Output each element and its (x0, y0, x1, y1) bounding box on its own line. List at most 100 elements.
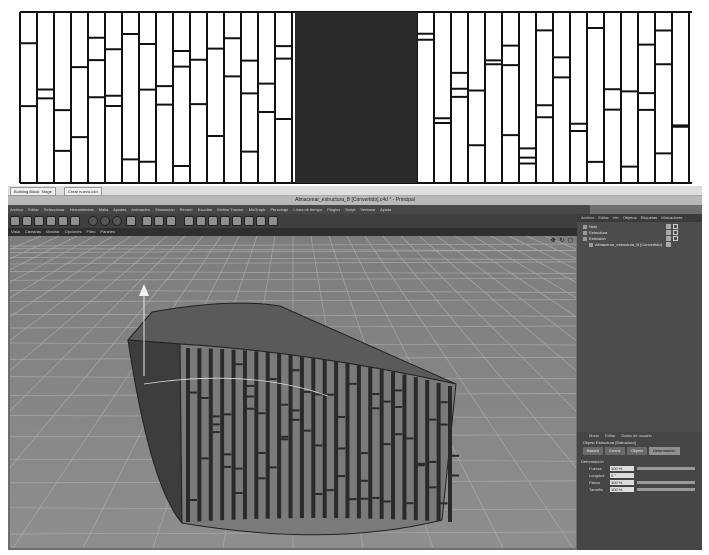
object-manager-menu: Archivo Editar Ver Objetos Etiquetas Marcador… (577, 214, 702, 222)
tab-coord[interactable]: Coord. (605, 447, 626, 455)
menu-item-3[interactable]: Herramientas (70, 205, 94, 214)
camera-icon[interactable] (256, 216, 266, 226)
render-view-icon[interactable] (142, 216, 152, 226)
add-icon[interactable] (70, 216, 80, 226)
attr-menu-item-1[interactable]: Editar (605, 432, 615, 439)
strength-field[interactable]: 100 % (610, 466, 634, 471)
tab-new-file[interactable]: Crear nuevo.c4d (64, 187, 102, 196)
undo-icon[interactable] (10, 216, 20, 226)
rotate-tool-icon[interactable] (46, 216, 56, 226)
facade-slat (345, 363, 350, 519)
view-menu-item-1[interactable]: Cámaras (25, 228, 41, 236)
facade-slat (220, 349, 225, 521)
attr-menu-item-0[interactable]: Modo (589, 432, 599, 439)
attribute-menu: Modo Editar Datos de usuario (577, 432, 702, 439)
steps-slider[interactable] (637, 481, 695, 484)
view-menu-item-0[interactable]: Vista (11, 228, 20, 236)
menu-item-2[interactable]: Seleccionar (44, 205, 65, 214)
cube-icon[interactable] (184, 216, 194, 226)
om-menu-item-0[interactable]: Archivo (581, 214, 594, 222)
floor-icon[interactable] (244, 216, 254, 226)
light-icon[interactable] (268, 216, 278, 226)
attribute-tabs: Básico Coord. Objeto Deformación (577, 447, 702, 455)
om-menu-item-2[interactable]: Ver (613, 214, 619, 222)
tab-building-block[interactable]: Building Block: Stage (10, 187, 56, 196)
attr-menu-item-2[interactable]: Datos de usuario (621, 432, 651, 439)
attribute-title: Objeto Estructura [Estructura] (583, 440, 636, 445)
facade-slat (425, 379, 430, 521)
menu-item-1[interactable]: Editar (28, 205, 38, 214)
facade-slat (391, 371, 396, 520)
menu-item-10[interactable]: Motion Tracker (217, 205, 243, 214)
app-tab-bar: Building Block: Stage Crear nuevo.c4d (8, 186, 702, 196)
om-menu-item-1[interactable]: Editar (598, 214, 608, 222)
menu-item-6[interactable]: Animación (131, 205, 150, 214)
array-icon[interactable] (220, 216, 230, 226)
facade-slat (448, 386, 452, 522)
menu-item-17[interactable]: Ayuda (380, 205, 391, 214)
pen-icon[interactable] (196, 216, 206, 226)
om-menu-item-4[interactable]: Etiquetas (641, 214, 658, 222)
z-axis-icon[interactable] (112, 216, 122, 226)
object-list: Nulo Estructura Extrusión Almacenar_estr… (577, 224, 702, 248)
view-menu-item-3[interactable]: Opciones (65, 228, 82, 236)
menu-item-8[interactable]: Render (180, 205, 193, 214)
facade-slat (299, 356, 304, 519)
menu-item-9[interactable]: Escultar (198, 205, 212, 214)
size-field[interactable]: 100 % (610, 487, 634, 492)
render-picture-icon[interactable] (154, 216, 164, 226)
null-icon (583, 225, 587, 229)
tab-deformation[interactable]: Deformación (648, 447, 680, 455)
facade-slat (186, 348, 190, 522)
facade-slat (379, 369, 384, 519)
menu-item-0[interactable]: Archivo (10, 205, 23, 214)
param-row: Fuerza 100 % (577, 465, 702, 472)
facade-slat (231, 349, 236, 520)
facade-slat (242, 350, 247, 520)
menu-item-16[interactable]: Ventana (360, 205, 375, 214)
tab-basic[interactable]: Básico (583, 447, 604, 455)
facade-slat (402, 374, 407, 520)
view-menu-item-2[interactable]: Mostrar (46, 228, 60, 236)
facade-slat (413, 377, 418, 521)
3d-viewport[interactable]: ✥ ↻ ◻ (10, 236, 576, 548)
extrude-icon (583, 237, 587, 241)
subdivision-icon[interactable] (208, 216, 218, 226)
viewport-nav-icons[interactable]: ✥ ↻ ◻ (551, 237, 574, 244)
length-field[interactable]: 0 ° (610, 473, 634, 478)
steps-field[interactable]: 100 % (610, 480, 634, 485)
facade-slat (436, 382, 441, 522)
om-menu-item-5[interactable]: Marcadores (661, 214, 682, 222)
menu-item-15[interactable]: Script (345, 205, 355, 214)
spline-icon (589, 243, 593, 247)
menu-item-14[interactable]: Plugins (327, 205, 340, 214)
live-selection-icon[interactable] (58, 216, 68, 226)
view-menu-item-4[interactable]: Filtro (87, 228, 96, 236)
list-item[interactable]: Almacenar_estructura_B [Convertido] (577, 242, 702, 248)
tab-object[interactable]: Objeto (627, 447, 647, 455)
move-tool-icon[interactable] (22, 216, 32, 226)
menu-item-4[interactable]: Malla (99, 205, 109, 214)
menu-item-11[interactable]: MoGraph (249, 205, 266, 214)
facade-slat (254, 351, 259, 519)
size-slider[interactable] (637, 488, 695, 491)
y-axis-icon[interactable] (100, 216, 110, 226)
world-coord-icon[interactable] (126, 216, 136, 226)
viewport-menu: Vista Cámaras Mostrar Opciones Filtro Paneles (8, 228, 591, 236)
menu-item-7[interactable]: Simulación (155, 205, 175, 214)
pattern-center-block (295, 12, 417, 183)
scale-tool-icon[interactable] (34, 216, 44, 226)
facade-slat (322, 359, 327, 519)
menu-item-12[interactable]: Personaje (270, 205, 288, 214)
view-menu-item-5[interactable]: Paneles (100, 228, 114, 236)
deformer-icon[interactable] (232, 216, 242, 226)
strength-slider[interactable] (637, 467, 695, 470)
x-axis-icon[interactable] (88, 216, 98, 226)
render-settings-icon[interactable] (166, 216, 176, 226)
menu-item-13[interactable]: Línea de tiempo (293, 205, 322, 214)
om-menu-item-3[interactable]: Objetos (623, 214, 637, 222)
param-row: Longitud 0 ° (577, 472, 702, 479)
facade-slat (334, 361, 339, 519)
viewport-canvas[interactable] (10, 236, 576, 548)
menu-item-5[interactable]: Ajustes (113, 205, 126, 214)
